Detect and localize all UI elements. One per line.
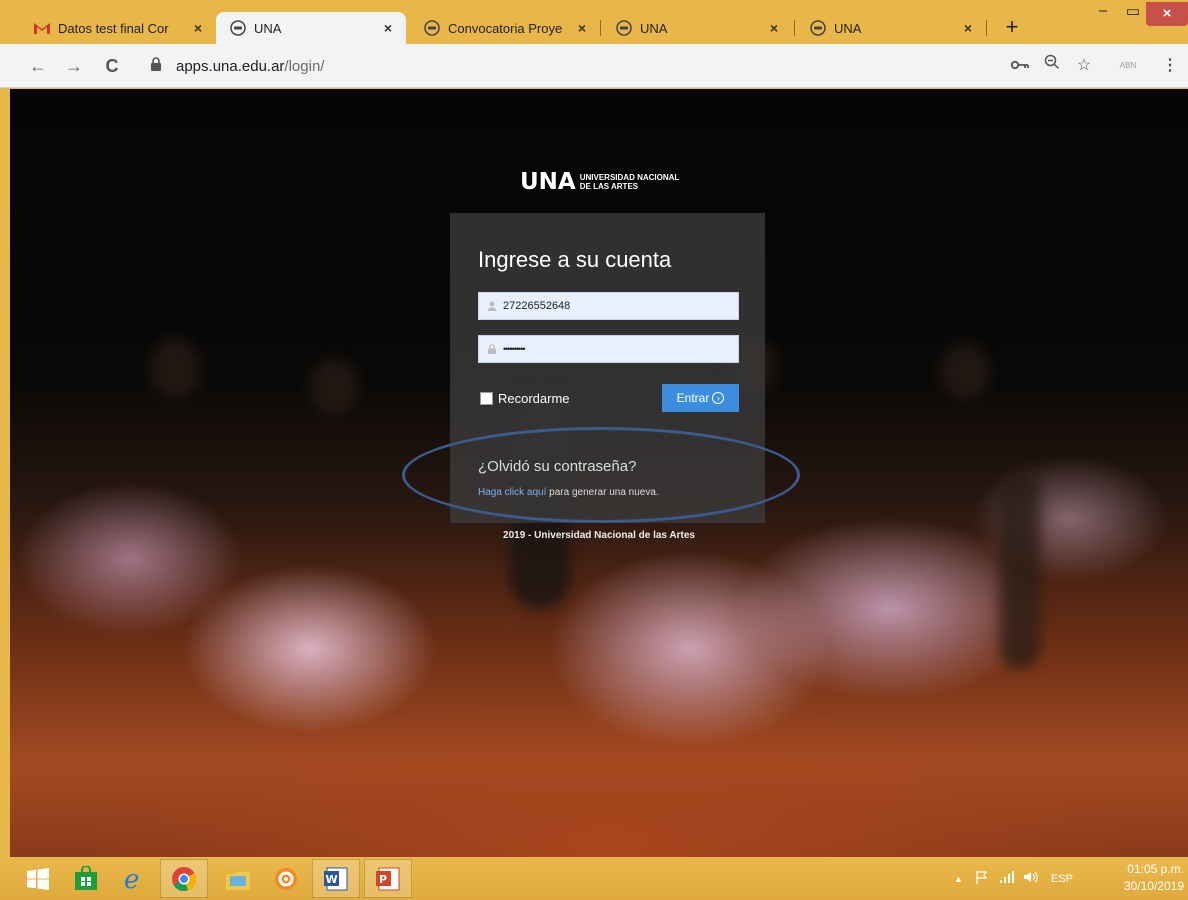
password-value: •••••••••• xyxy=(503,344,525,354)
login-page: UNA UNIVERSIDAD NACIONAL DE LAS ARTES In… xyxy=(10,89,1188,857)
tab-close-icon[interactable]: × xyxy=(960,20,976,36)
svg-text:W: W xyxy=(326,873,338,886)
lock-icon xyxy=(487,344,497,354)
password-field[interactable]: •••••••••• xyxy=(478,335,739,363)
una-favicon-icon xyxy=(616,20,632,36)
remember-label: Recordarme xyxy=(498,391,570,406)
user-icon xyxy=(487,301,497,311)
una-logo: UNA UNIVERSIDAD NACIONAL DE LAS ARTES xyxy=(520,169,679,195)
logo-mark: UNA xyxy=(520,169,576,195)
action-center-flag-icon[interactable] xyxy=(975,870,989,887)
tab-separator xyxy=(600,20,601,36)
entrar-label: Entrar xyxy=(676,391,710,405)
gmail-icon xyxy=(34,20,50,36)
tab-title: UNA xyxy=(254,20,282,36)
key-icon[interactable] xyxy=(1008,54,1032,78)
svg-text:e: e xyxy=(124,865,139,893)
username-value: 27226552648 xyxy=(503,300,571,312)
clock-time: 01:05 p.m. xyxy=(1127,862,1184,876)
windows-taskbar: e W P ▲ ESP 01:05 p.m. 30/10/2019 xyxy=(0,857,1188,900)
tab-title: Convocatoria Proye xyxy=(448,20,563,36)
powerpoint-icon[interactable]: P xyxy=(364,859,412,898)
maximize-button[interactable]: ▭ xyxy=(1118,2,1148,26)
una-favicon-icon xyxy=(810,20,826,36)
remember-checkbox[interactable] xyxy=(480,392,493,405)
back-button[interactable]: ← xyxy=(26,54,50,78)
menu-icon[interactable]: ⋮ xyxy=(1158,54,1182,78)
lock-icon xyxy=(150,57,166,75)
close-window-button[interactable]: × xyxy=(1146,2,1188,26)
chrome-icon[interactable] xyxy=(160,859,208,898)
tab-gmail[interactable]: Datos test final Cor × xyxy=(20,12,216,44)
una-favicon-icon xyxy=(230,20,246,36)
system-tray: ▲ ESP xyxy=(954,857,1073,900)
tab-close-icon[interactable]: × xyxy=(766,20,782,36)
address-bar[interactable]: apps.una.edu.ar/login/ xyxy=(136,50,1000,82)
background-photo-dancer xyxy=(1000,469,1040,669)
tab-una-2[interactable]: UNA × xyxy=(602,12,792,44)
svg-text:P: P xyxy=(379,873,387,886)
word-icon[interactable]: W xyxy=(312,859,360,898)
tab-close-icon[interactable]: × xyxy=(574,20,590,36)
url-host: apps.una.edu.ar xyxy=(176,57,285,75)
ie-icon[interactable]: e xyxy=(110,859,158,898)
background-photo-dancer xyxy=(150,339,200,399)
tab-separator xyxy=(794,20,795,36)
tab-title: UNA xyxy=(834,20,862,36)
bookmark-star-icon[interactable]: ☆ xyxy=(1072,54,1096,78)
page-footer: 2019 - Universidad Nacional de las Artes xyxy=(503,530,695,541)
browser-toolbar: ← → C apps.una.edu.ar/login/ ☆ ABN ⋮ xyxy=(0,44,1188,88)
volume-icon[interactable] xyxy=(1023,871,1039,886)
annotation-ellipse xyxy=(402,427,800,523)
remember-me[interactable]: Recordarme xyxy=(480,391,570,406)
tab-title: Datos test final Cor xyxy=(58,20,169,36)
logo-line-2: DE LAS ARTES xyxy=(579,182,639,191)
settings-app-icon[interactable] xyxy=(262,859,310,898)
tab-close-icon[interactable]: × xyxy=(380,20,396,36)
url-path: /login/ xyxy=(284,57,325,75)
tab-title: UNA xyxy=(640,20,668,36)
tab-separator xyxy=(986,20,987,36)
tab-close-icon[interactable]: × xyxy=(190,20,206,36)
zoom-icon[interactable] xyxy=(1040,54,1064,78)
forward-button[interactable]: → xyxy=(62,54,86,78)
reload-button[interactable]: C xyxy=(100,54,124,78)
background-photo-dancer xyxy=(310,359,358,415)
una-favicon-icon xyxy=(424,20,440,36)
file-explorer-icon[interactable] xyxy=(214,859,262,898)
clock-date: 30/10/2019 xyxy=(1123,879,1184,893)
language-indicator[interactable]: ESP xyxy=(1051,873,1073,885)
background-photo-dancer xyxy=(940,344,990,400)
logo-words: UNIVERSIDAD NACIONAL DE LAS ARTES xyxy=(580,173,680,191)
show-hidden-icons-icon[interactable]: ▲ xyxy=(954,874,963,884)
new-tab-button[interactable]: + xyxy=(1000,16,1024,40)
username-field[interactable]: 27226552648 xyxy=(478,292,739,320)
tab-una-active[interactable]: UNA × xyxy=(216,12,406,44)
network-signal-icon[interactable] xyxy=(999,871,1015,886)
browser-tab-strip: Datos test final Cor × UNA × Convocatori… xyxy=(0,0,1188,44)
extension-icon[interactable]: ABN xyxy=(1116,54,1140,78)
minimize-button[interactable]: – xyxy=(1088,2,1118,26)
logo-line-1: UNIVERSIDAD NACIONAL xyxy=(579,173,680,182)
entrar-button[interactable]: Entrar › xyxy=(662,384,739,412)
login-title: Ingrese a su cuenta xyxy=(478,247,672,272)
store-icon[interactable] xyxy=(62,859,110,898)
tab-convocatoria[interactable]: Convocatoria Proye × xyxy=(410,12,600,44)
tab-una-3[interactable]: UNA × xyxy=(796,12,986,44)
arrow-circle-icon: › xyxy=(712,392,725,404)
system-clock[interactable]: 01:05 p.m. 30/10/2019 xyxy=(1110,861,1184,895)
start-icon[interactable] xyxy=(14,859,62,898)
